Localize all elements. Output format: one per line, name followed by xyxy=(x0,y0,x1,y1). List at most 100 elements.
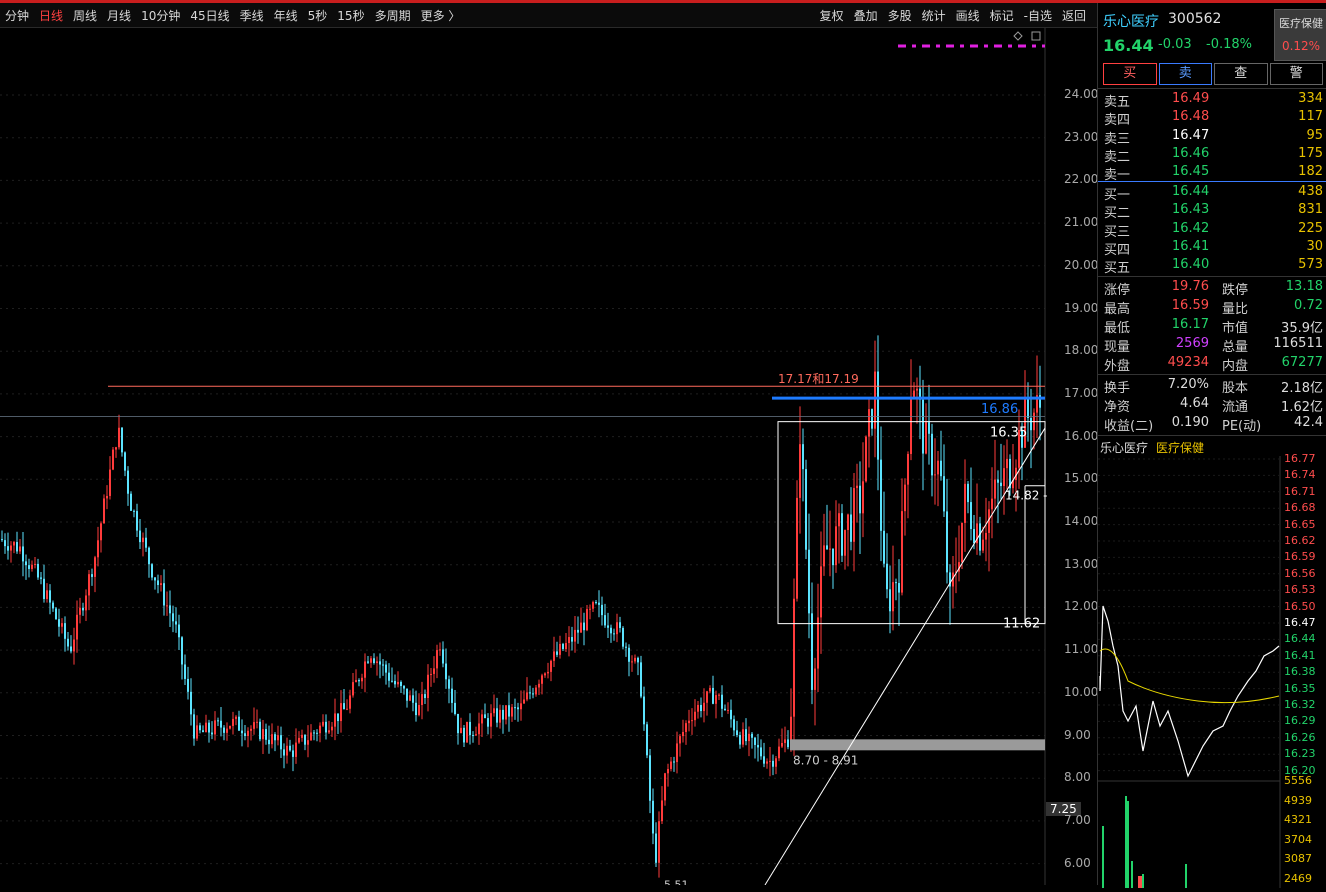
period-tab-10[interactable]: 多周期 xyxy=(370,7,416,24)
stat-value: 49234 xyxy=(1167,355,1209,370)
mini-stock-name[interactable]: 乐心医疗 xyxy=(1100,439,1148,456)
candle-body xyxy=(706,691,708,703)
candle-body xyxy=(766,761,768,764)
tool-item-0[interactable]: 复权 xyxy=(815,7,849,24)
candle-body xyxy=(592,602,594,609)
candle-body xyxy=(43,578,45,599)
candle-body xyxy=(175,621,177,625)
candle-body xyxy=(658,821,660,863)
candle-body xyxy=(889,589,891,612)
period-tab-9[interactable]: 15秒 xyxy=(332,7,369,24)
candle-body xyxy=(763,756,765,764)
candle-body xyxy=(145,537,147,548)
candle-body xyxy=(580,622,582,633)
stat-value: 0.72 xyxy=(1294,298,1323,313)
kline-chart[interactable]: 17.17和17.19 16.86 16.35 11.62 14.82 - 8.70 - … xyxy=(0,28,1099,885)
alert-button[interactable]: 警 xyxy=(1269,63,1323,85)
candle-body xyxy=(373,658,375,664)
buy-row[interactable]: 买四 16.41 30 xyxy=(1098,238,1326,258)
candle-body xyxy=(334,713,336,727)
candle-body xyxy=(208,722,210,733)
candle-body xyxy=(760,747,762,757)
candle-body xyxy=(808,549,810,614)
buy-row[interactable]: 买三 16.42 225 xyxy=(1098,220,1326,240)
buy-row[interactable]: 买一 16.44 438 xyxy=(1098,183,1326,203)
candle-body xyxy=(103,498,105,524)
candle-body xyxy=(307,740,309,745)
tool-item-2[interactable]: 多股 xyxy=(883,7,917,24)
candle-body xyxy=(928,422,930,434)
stat-row: 收益(二) 0.190 PE(动) 42.4 xyxy=(1098,414,1326,434)
candle-body xyxy=(106,495,108,499)
candle-body xyxy=(319,725,321,734)
candle-body xyxy=(331,726,333,731)
buy-row[interactable]: 买二 16.43 831 xyxy=(1098,201,1326,221)
candle-body xyxy=(622,627,624,647)
period-tab-4[interactable]: 10分钟 xyxy=(136,7,185,24)
candle-body xyxy=(805,469,807,550)
candle-body xyxy=(76,614,78,640)
stat-row: 最高 16.59 量比 0.72 xyxy=(1098,297,1326,317)
candle-body xyxy=(793,598,795,717)
candle-body xyxy=(121,427,123,453)
stat-value: 67277 xyxy=(1281,355,1323,370)
period-tab-3[interactable]: 月线 xyxy=(102,7,136,24)
stock-name[interactable]: 乐心医疗 xyxy=(1103,11,1159,31)
buy-row[interactable]: 买五 16.40 573 xyxy=(1098,256,1326,276)
candle-body xyxy=(634,657,636,662)
price-axis-tick: 24.00 xyxy=(1064,87,1099,101)
sell-row[interactable]: 卖二 16.46 175 xyxy=(1098,145,1326,165)
blue-line-label: 16.86 xyxy=(981,402,1018,417)
candle-body xyxy=(979,523,981,551)
candle-body xyxy=(205,722,207,733)
candle-body xyxy=(229,725,231,729)
period-tab-6[interactable]: 季线 xyxy=(235,7,269,24)
candle-body xyxy=(529,692,531,694)
kline-svg[interactable]: 17.17和17.19 16.86 16.35 11.62 14.82 - 8.70 - … xyxy=(0,28,1097,885)
tool-item-1[interactable]: 叠加 xyxy=(849,7,883,24)
candle-body xyxy=(991,498,993,510)
buy-volume: 438 xyxy=(1298,184,1323,199)
candle-body xyxy=(238,716,240,731)
period-tab-0[interactable]: 分钟 xyxy=(0,7,34,24)
candle-body xyxy=(493,708,495,714)
sector-badge[interactable]: 医疗保健 0.12% xyxy=(1274,9,1326,61)
period-tab-5[interactable]: 45日线 xyxy=(185,7,234,24)
candle-body xyxy=(745,729,747,742)
candle-body xyxy=(526,692,528,700)
period-tab-2[interactable]: 周线 xyxy=(68,7,102,24)
query-button[interactable]: 查 xyxy=(1214,63,1268,85)
period-tab-1[interactable]: 日线 xyxy=(34,7,68,24)
buy-button[interactable]: 买 xyxy=(1103,63,1157,85)
buy-price: 16.41 xyxy=(1172,238,1210,254)
box-top-label: 16.35 xyxy=(990,426,1027,441)
period-tab-8[interactable]: 5秒 xyxy=(303,7,333,24)
candle-body xyxy=(691,720,693,722)
candle-body xyxy=(412,695,414,703)
candle-body xyxy=(277,735,279,741)
candle-body xyxy=(358,680,360,682)
tool-item-4[interactable]: 画线 xyxy=(951,7,985,24)
intraday-chart[interactable]: 16.77 16.74 16.71 16.68 16.65 16.62 16.59 16.56… xyxy=(1098,452,1326,888)
tool-item-5[interactable]: 标记 xyxy=(985,7,1019,24)
sell-row[interactable]: 卖三 16.47 95 xyxy=(1098,127,1326,147)
stat-label: 最高 xyxy=(1104,302,1131,317)
sell-row[interactable]: 卖四 16.48 117 xyxy=(1098,108,1326,128)
candle-body xyxy=(448,679,450,689)
sell-button[interactable]: 卖 xyxy=(1158,63,1212,85)
candle-body xyxy=(400,681,402,687)
tool-item-3[interactable]: 统计 xyxy=(917,7,951,24)
sell-row[interactable]: 卖一 16.45 182 xyxy=(1098,163,1326,183)
period-tab-7[interactable]: 年线 xyxy=(269,7,303,24)
period-tab-11[interactable]: 更多 〉 xyxy=(416,7,466,24)
candle-body xyxy=(4,540,6,547)
price-change: -0.03 xyxy=(1158,37,1192,52)
sell-price: 16.48 xyxy=(1172,109,1210,125)
candle-body xyxy=(835,526,837,566)
candle-body xyxy=(970,502,972,529)
sell-row[interactable]: 卖五 16.49 334 xyxy=(1098,90,1326,110)
tool-item-7[interactable]: 返回 xyxy=(1057,7,1091,24)
tool-item-6[interactable]: -自选 xyxy=(1019,7,1057,24)
candle-body xyxy=(340,703,342,722)
mini-sector-name[interactable]: 医疗保健 xyxy=(1156,439,1204,456)
